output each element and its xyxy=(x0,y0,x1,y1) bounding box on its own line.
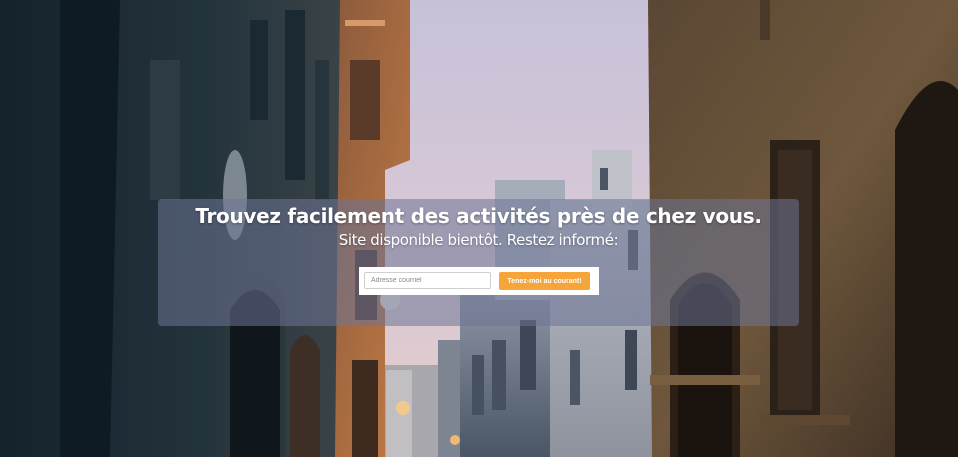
notify-me-button[interactable]: Tenez-moi au courant! xyxy=(499,272,590,290)
signup-panel: Trouvez facilement des activités près de… xyxy=(158,199,799,326)
landing-page: Trouvez facilement des activités près de… xyxy=(0,0,958,457)
page-headline: Trouvez facilement des activités près de… xyxy=(195,204,762,228)
page-subheadline: Site disponible bientôt. Restez informé: xyxy=(338,231,619,249)
newsletter-form: Tenez-moi au courant! xyxy=(359,267,599,295)
email-input[interactable] xyxy=(364,272,491,289)
